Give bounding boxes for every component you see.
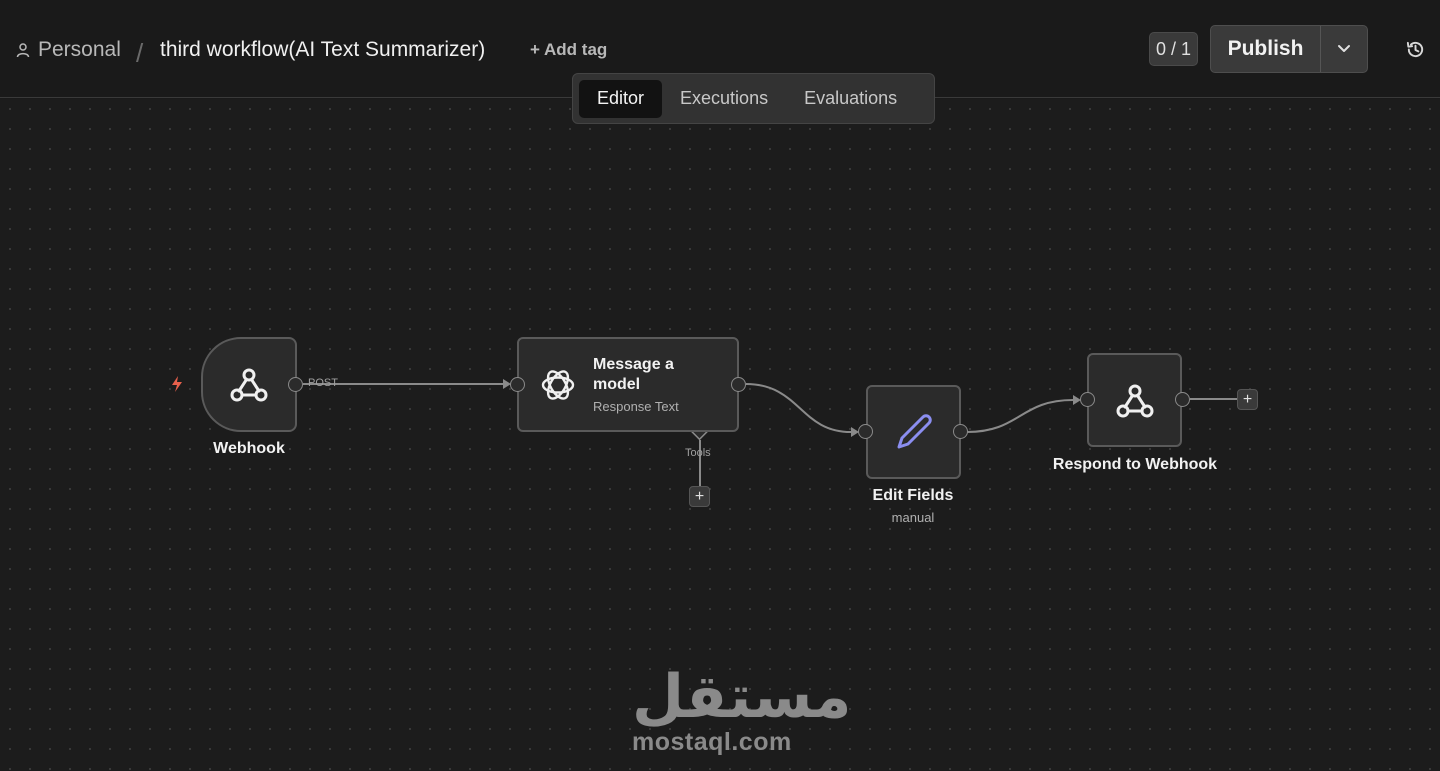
tab-editor[interactable]: Editor [579, 79, 663, 118]
webhook-node-label: Webhook [213, 440, 285, 457]
publish-button[interactable]: Publish [1211, 26, 1321, 72]
webhook-icon [1116, 384, 1154, 418]
add-node-button[interactable]: + [1237, 389, 1258, 410]
message-model-subtitle: Response Text [593, 399, 679, 414]
openai-icon [541, 370, 575, 400]
workspace-name: Personal [38, 38, 121, 61]
history-icon[interactable] [1405, 39, 1426, 60]
add-tool-button[interactable]: + [689, 486, 710, 507]
edit-fields-label: Edit Fields [872, 487, 954, 504]
webhook-output-handle[interactable] [288, 377, 303, 392]
publish-dropdown-button[interactable] [1321, 26, 1367, 72]
breadcrumb-personal[interactable]: Personal [15, 38, 121, 62]
watermark-latin: mostaql.com [632, 728, 792, 756]
edit-output-handle[interactable] [953, 424, 968, 439]
respond-output-handle[interactable] [1175, 392, 1190, 407]
pencil-icon [897, 414, 932, 449]
node-respond-to-webhook[interactable] [1087, 353, 1182, 447]
edit-input-handle[interactable] [858, 424, 873, 439]
model-input-handle[interactable] [510, 377, 525, 392]
chevron-down-icon [1338, 45, 1350, 52]
respond-input-handle[interactable] [1080, 392, 1095, 407]
post-edge-label: POST [308, 377, 338, 389]
workflow-title[interactable]: third workflow(AI Text Summarizer) [160, 38, 485, 62]
tab-executions[interactable]: Executions [662, 80, 786, 118]
publish-button-group: Publish [1210, 25, 1368, 73]
respond-node-label: Respond to Webhook [1052, 456, 1218, 473]
version-counter[interactable]: 0 / 1 [1149, 32, 1198, 66]
node-webhook[interactable] [201, 337, 297, 432]
message-model-title: Message a model [593, 356, 674, 393]
webhook-icon [230, 368, 268, 402]
breadcrumb-separator: / [136, 38, 144, 68]
model-output-handle[interactable] [731, 377, 746, 392]
node-edit-fields[interactable] [866, 385, 961, 479]
node-message-model[interactable]: Message a model Response Text [517, 337, 739, 432]
tools-label: Tools [685, 447, 711, 459]
watermark-arabic: مستقل [632, 662, 852, 732]
user-icon [16, 43, 30, 58]
trigger-bolt-icon [172, 376, 182, 392]
edit-fields-subtitle: manual [891, 510, 935, 525]
tab-evaluations[interactable]: Evaluations [786, 80, 915, 118]
add-tag-button[interactable]: + Add tag [530, 40, 607, 60]
view-tabs: Editor Executions Evaluations [572, 73, 935, 124]
